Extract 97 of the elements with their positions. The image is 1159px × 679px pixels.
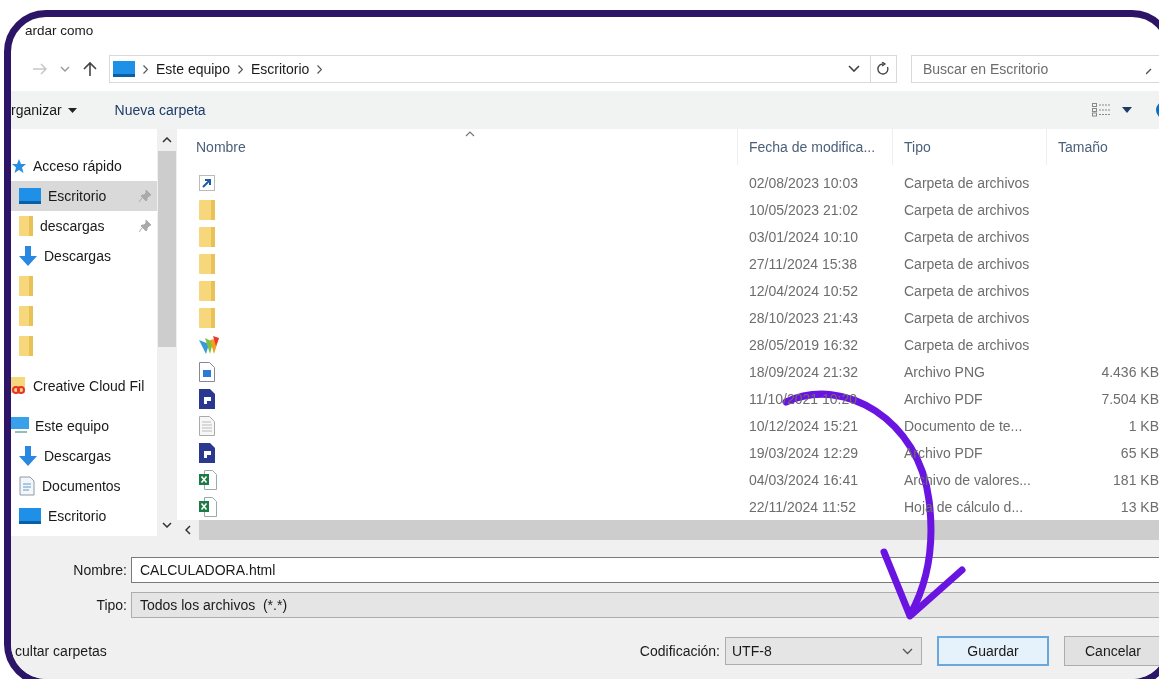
encoding-label: Codificación: [639,643,720,659]
nav-item[interactable]: descargas [11,211,157,241]
up-arrow-icon[interactable] [83,61,97,77]
spreadsheet-icon [199,469,217,490]
file-name-field[interactable]: CALCULADORA.html [131,556,1159,583]
sort-caret-icon [465,131,475,137]
forward-arrow-icon[interactable] [32,62,48,76]
file-type-dropdown[interactable]: Todos los archivos (*.*) [131,591,1159,618]
type-cell-text: Documento de te... [903,417,1024,434]
nav-item[interactable]: Acceso rápido [11,151,157,181]
chevron-right-icon [143,64,148,74]
star-icon [11,158,27,174]
type-cell-text: Carpeta de archivos [903,336,1031,353]
chevron-right-icon [237,64,243,74]
address-bar[interactable]: Este equipo Escritorio [109,55,871,83]
computer-icon [11,417,29,435]
window-title: ardar como [24,22,95,40]
scrollbar-thumb[interactable] [158,151,176,347]
text-file-icon [199,415,215,436]
organize-menu[interactable]: rganizar [11,102,77,118]
image-file-icon [199,361,215,382]
refresh-button[interactable] [871,55,897,83]
colorful-logo-icon [199,335,219,354]
folder-icon [199,199,215,220]
hide-folders-button[interactable]: cultar carpetas [15,643,107,659]
date-cell-text: 03/01/2024 10:10 [748,228,859,245]
size-cell-text: 181 KB [1112,471,1159,488]
encoding-dropdown[interactable]: UTF-8 [725,637,922,665]
folder-icon [199,307,215,328]
column-header[interactable]: Fecha de modifica... [738,129,893,165]
cancel-button[interactable]: Cancelar [1064,636,1159,666]
type-cell-text: Carpeta de archivos [903,255,1031,272]
folder-icon [19,336,33,356]
type-cell-text: Archivo PNG [903,363,986,380]
download-arrow-icon [19,446,37,466]
type-cell-text: Archivo PDF [903,390,984,407]
document-icon [19,476,35,496]
breadcrumb-item[interactable]: Este equipo [156,61,230,77]
breadcrumb-item[interactable]: Escritorio [250,61,310,77]
date-cell-text: 02/08/2023 10:03 [748,174,859,191]
field-label: Nombre: [72,561,128,578]
size-cell-text: 1 KB [1127,417,1159,434]
desktop-icon [19,508,41,524]
date-cell-text: 04/03/2024 16:41 [748,471,859,488]
chevron-right-icon [317,64,323,74]
column-header[interactable]: Tamaño [1047,129,1159,165]
folder-icon [199,280,215,301]
type-cell-text: Carpeta de archivos [903,309,1031,326]
download-arrow-icon [19,246,37,266]
column-header[interactable]: Tipo [893,129,1047,165]
view-options-icon[interactable] [1092,103,1112,117]
field-label: Tipo: [95,596,128,613]
folder-icon [19,306,33,326]
size-cell-text: 65 KB [1119,444,1159,461]
pdf-file-icon [199,442,215,463]
nav-item[interactable]: Escritorio [11,501,157,531]
nav-item[interactable]: Creative Cloud Fil [11,371,157,401]
folder-icon [19,216,33,236]
type-cell-text: Carpeta de archivos [903,282,1031,299]
size-cell-text: 7.504 KB [1100,390,1159,407]
chevron-down-icon [902,647,913,655]
date-cell-text: 28/10/2023 21:43 [748,309,859,326]
size-cell-text: 4.436 KB [1100,363,1159,380]
nav-item[interactable]: Escritorio [11,181,157,211]
folder-icon [199,226,215,247]
nav-item[interactable]: Este equipo [11,411,157,441]
desktop-icon [19,188,41,204]
date-cell-text: 18/09/2024 21:32 [748,363,859,380]
new-folder-button[interactable]: Nueva carpeta [114,102,206,118]
pdf-file-icon [199,388,215,409]
shortcut-icon [199,174,215,191]
spreadsheet-icon [199,496,217,517]
column-header[interactable]: Nombre [185,129,738,165]
nav-item[interactable]: Documentos [11,471,157,501]
caret-icon[interactable] [1122,107,1132,113]
date-cell-text: 19/03/2024 12:29 [748,444,859,461]
nav-item[interactable]: Descargas [11,441,157,471]
date-cell-text: 12/04/2024 10:52 [748,282,859,299]
date-cell-text: 28/05/2019 16:32 [748,336,859,353]
date-cell-text: 10/12/2024 15:21 [748,417,859,434]
size-cell-text: 13 KB [1119,498,1159,515]
nav-item[interactable]: Descargas [11,241,157,271]
type-cell-text: Carpeta de archivos [903,201,1031,218]
date-cell-text: 22/11/2024 11:52 [748,498,857,515]
date-cell-text: 10/05/2023 21:02 [748,201,859,218]
monitor-icon [113,61,135,77]
type-cell-text: Carpeta de archivos [903,228,1031,245]
search-field[interactable]: Buscar en Escritorio [911,55,1159,83]
folder-icon [19,276,33,296]
folder-icon [199,253,215,274]
type-cell-text: Carpeta de archivos [903,174,1031,191]
save-button[interactable]: Guardar [937,636,1049,666]
caret-icon [67,107,77,113]
cloud-folder-icon [11,377,27,395]
refresh-icon [877,62,890,76]
date-cell-text: 27/11/2024 15:38 [748,255,858,272]
chevron-down-icon[interactable] [848,65,860,73]
